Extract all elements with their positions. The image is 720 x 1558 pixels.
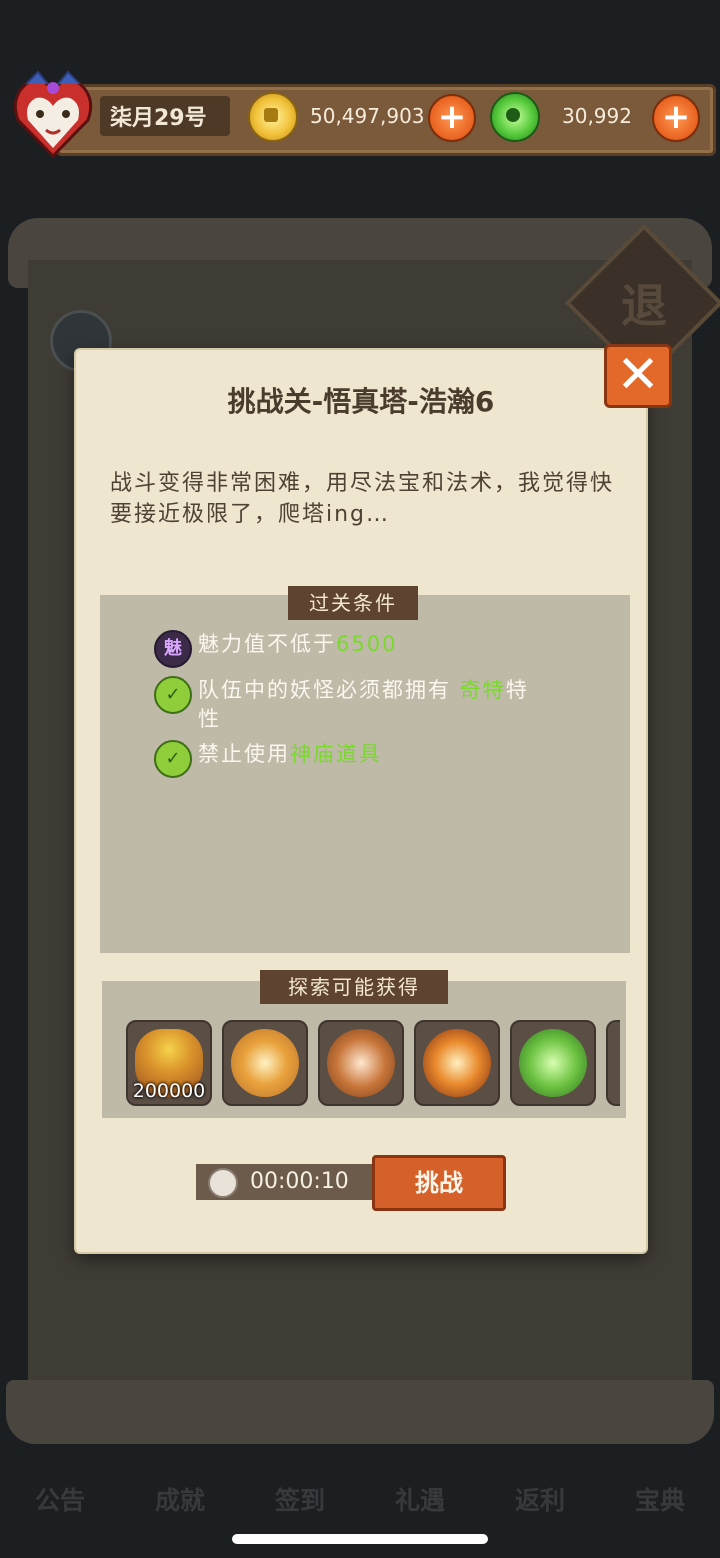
reward-item[interactable] [318,1020,404,1106]
clover-orb-icon [519,1029,587,1097]
stopwatch-icon [208,1168,238,1198]
challenge-button[interactable]: 挑战 [372,1155,506,1211]
jade-coin-icon [490,92,540,142]
rewards-label: 探索可能获得 [260,970,448,1004]
add-coins-button[interactable]: + [428,94,476,142]
flame-orb-icon [423,1029,491,1097]
home-indicator[interactable] [232,1534,488,1544]
nav-item-rebate: 返利 [514,1486,565,1515]
jade-amount: 30,992 [562,104,632,128]
condition-no-items: ✓ 禁止使用神庙道具 [154,740,554,778]
compass-star-icon [231,1029,299,1097]
condition-text: 魅力值不低于6500 [198,632,398,656]
add-jade-button[interactable]: + [652,94,700,142]
swirl-orb-icon [327,1029,395,1097]
reward-item[interactable]: 200000 [126,1020,212,1106]
reward-count: 200000 [132,1080,206,1102]
nav-item-guide: 宝典 [634,1486,685,1515]
nav-item-gift: 礼遇 [394,1486,445,1515]
dialog-title: 挑战关-悟真塔-浩瀚6 [227,385,495,418]
condition-trait: ✓ 队伍中的妖怪必须都拥有 奇特特性 [154,676,554,734]
dialog-description: 战斗变得非常困难，用尽法宝和法术，我觉得快要接近极限了，爬塔ing… [110,471,615,527]
coin-amount: 50,497,903 [310,104,425,128]
check-icon: ✓ [154,676,192,714]
condition-charm: 魅 魅力值不低于6500 [154,630,554,668]
reward-item[interactable] [510,1020,596,1106]
nav-item-announcement: 公告 [34,1486,85,1515]
background-scroll-bottom [6,1380,714,1444]
charm-icon: 魅 [154,630,192,668]
reward-item[interactable] [414,1020,500,1106]
conditions-label: 过关条件 [288,586,418,620]
gold-coin-icon [248,92,298,142]
reward-item[interactable] [222,1020,308,1106]
avatar-icon[interactable] [8,68,98,158]
exit-sign-label: 退 [621,279,667,333]
player-name: 柒月29号 [110,106,207,131]
timer: 00:00:10 [250,1169,349,1194]
check-icon: ✓ [154,740,192,778]
nav-item-achievement: 成就 [154,1486,205,1515]
condition-text: 队伍中的妖怪必须都拥有 奇特特性 [198,678,529,731]
condition-text: 禁止使用神庙道具 [198,742,382,766]
nav-item-checkin: 签到 [274,1486,325,1515]
reward-item-partial[interactable] [606,1020,620,1106]
